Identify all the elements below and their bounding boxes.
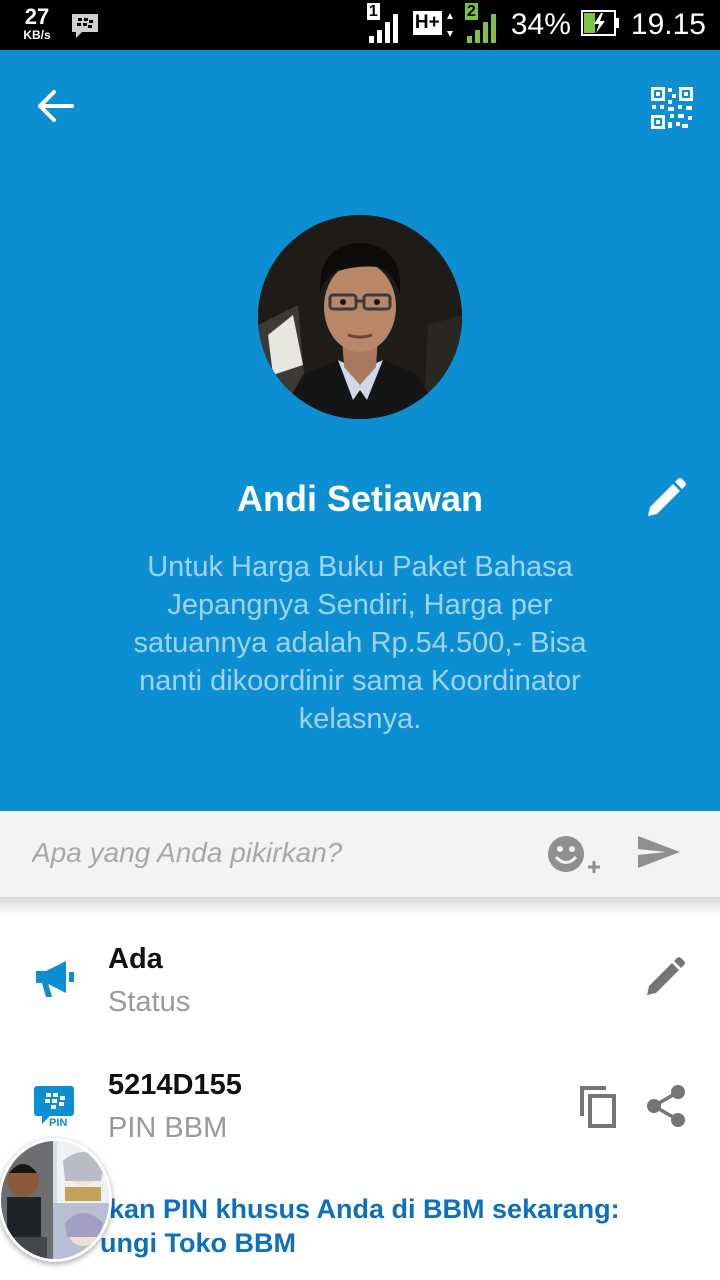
profile-header: Andi Setiawan Untuk Harga Buku Paket Bah… [0, 50, 720, 811]
status-subtitle: Status [108, 986, 191, 1018]
qr-code-icon [651, 87, 693, 129]
share-icon [647, 1085, 685, 1127]
send-icon [638, 836, 680, 868]
status-bar: 27 KB/s 1 H+ 2 34% 19.15 [0, 0, 720, 50]
copy-pin-button[interactable] [578, 1084, 624, 1130]
network-type-icon: H+ [412, 5, 455, 45]
back-button[interactable] [30, 85, 82, 127]
sim2-signal-icon: 2 [464, 3, 501, 45]
battery-charging-icon [580, 9, 621, 42]
emoji-add-button[interactable] [546, 834, 602, 878]
promo-line-1: tkan PIN khusus Anda di BBM sekarang: [100, 1194, 620, 1224]
profile-bio: Untuk Harga Buku Paket Bahasa Jepangnya … [133, 551, 587, 735]
pin-label: PIN BBM [108, 1112, 228, 1144]
compose-input[interactable] [32, 837, 512, 869]
bbm-pin-icon: PIN [34, 1086, 82, 1136]
compose-shadow [0, 897, 720, 915]
bbm-notification-icon [70, 12, 100, 45]
qr-code-button[interactable] [648, 84, 696, 132]
pencil-icon [648, 478, 686, 516]
megaphone-icon [32, 955, 80, 1003]
compose-bar [0, 811, 720, 897]
edit-status-button[interactable] [643, 957, 689, 1003]
clock: 19.15 [630, 8, 706, 41]
share-pin-button[interactable] [644, 1084, 690, 1130]
copy-icon [580, 1086, 616, 1128]
edit-profile-button[interactable] [644, 478, 690, 524]
profile-name: Andi Setiawan [236, 478, 484, 519]
sim1-signal-icon: 1 [366, 3, 403, 45]
emoji-add-icon [548, 836, 600, 873]
chat-head-bubble[interactable] [0, 1138, 112, 1262]
profile-avatar[interactable] [258, 215, 462, 419]
arrow-left-icon [38, 90, 74, 122]
battery-percent: 34% [510, 8, 571, 41]
send-button[interactable] [636, 834, 686, 874]
network-speed-value: 27 [24, 4, 50, 29]
network-speed-unit: KB/s [23, 28, 51, 42]
network-speed: 27 KB/s [14, 4, 60, 42]
promo-line-2: ungi Toko BBM [100, 1228, 296, 1258]
status-title: Ada [108, 943, 163, 975]
pencil-icon [647, 957, 685, 995]
bbm-store-promo-link[interactable]: tkan PIN khusus Anda di BBM sekarang: un… [100, 1192, 720, 1260]
pin-value[interactable]: 5214D155 [108, 1069, 242, 1102]
pin-icon-label: PIN [49, 1117, 68, 1129]
